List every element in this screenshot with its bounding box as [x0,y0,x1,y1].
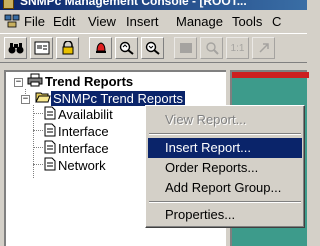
tree-report-label: Interface [58,141,109,156]
menu-file[interactable]: File [24,14,45,29]
tree-root-label: Trend Reports [45,74,134,89]
document-icon [44,106,56,123]
open-folder-icon [35,91,51,107]
window-title: SNMPc Management Console - [ROOT... [20,0,247,8]
menu-separator [149,201,301,203]
menu-item-add-report-group[interactable]: Add Report Group... [148,178,302,198]
menu-view[interactable]: View [88,14,116,29]
system-menu-icon[interactable] [4,14,20,28]
tree-connector [33,147,43,148]
magnify-map-icon[interactable] [115,37,138,59]
tree-item-report[interactable]: Interface [44,123,111,140]
context-menu: View Report... Insert Report... Order Re… [145,105,305,228]
zoom-icon[interactable] [200,37,223,59]
menu-insert[interactable]: Insert [126,14,159,29]
alarm-bell-icon[interactable] [89,37,112,59]
tree-connector [33,130,43,131]
lock-icon[interactable] [56,37,79,59]
menu-item-view-report[interactable]: View Report... [148,110,302,130]
menu-item-order-reports[interactable]: Order Reports... [148,158,302,178]
magnify-map-alt-icon[interactable] [141,37,164,59]
arrow-icon[interactable] [252,37,275,59]
menu-separator [149,133,301,135]
menu-tools[interactable]: Tools [232,14,262,29]
tree-connector [33,113,43,114]
collapse-icon[interactable]: − [21,95,30,104]
tree-report-label: Interface [58,124,109,139]
gray-box-icon[interactable] [174,37,197,59]
document-icon [44,157,56,174]
tree-item-report[interactable]: Availabilit [44,106,115,123]
tree-group-label: SNMPc Trend Reports [51,91,186,106]
map-view-band [232,72,309,78]
collapse-icon[interactable]: − [14,78,23,87]
menu-edit[interactable]: Edit [53,14,75,29]
title-bar: SNMPc Management Console - [ROOT... [0,0,307,10]
tree-item-report[interactable]: Interface [44,140,111,157]
menu-manage[interactable]: Manage [176,14,223,29]
map-icon[interactable] [30,37,53,59]
printer-icon [27,73,43,90]
toolbar: 1:1 [0,33,307,63]
menu-c[interactable]: C [272,14,281,29]
binoculars-icon[interactable] [4,37,27,59]
tree-report-label: Availabilit [58,107,113,122]
one-to-one-icon[interactable]: 1:1 [226,37,249,59]
tree-report-label: Network [58,158,106,173]
tree-item-report[interactable]: Network [44,157,108,174]
menu-item-insert-report[interactable]: Insert Report... [148,138,302,158]
app-icon [3,0,14,9]
tree-connector [33,164,43,165]
menu-bar: File Edit View Insert Manage Tools C [0,10,307,32]
document-icon [44,123,56,140]
tree-connector [33,105,34,178]
menu-item-properties[interactable]: Properties... [148,205,302,225]
one-to-one-label: 1:1 [230,42,245,54]
document-icon [44,140,56,157]
tree-item-trend-reports[interactable]: − Trend Reports [10,73,135,90]
